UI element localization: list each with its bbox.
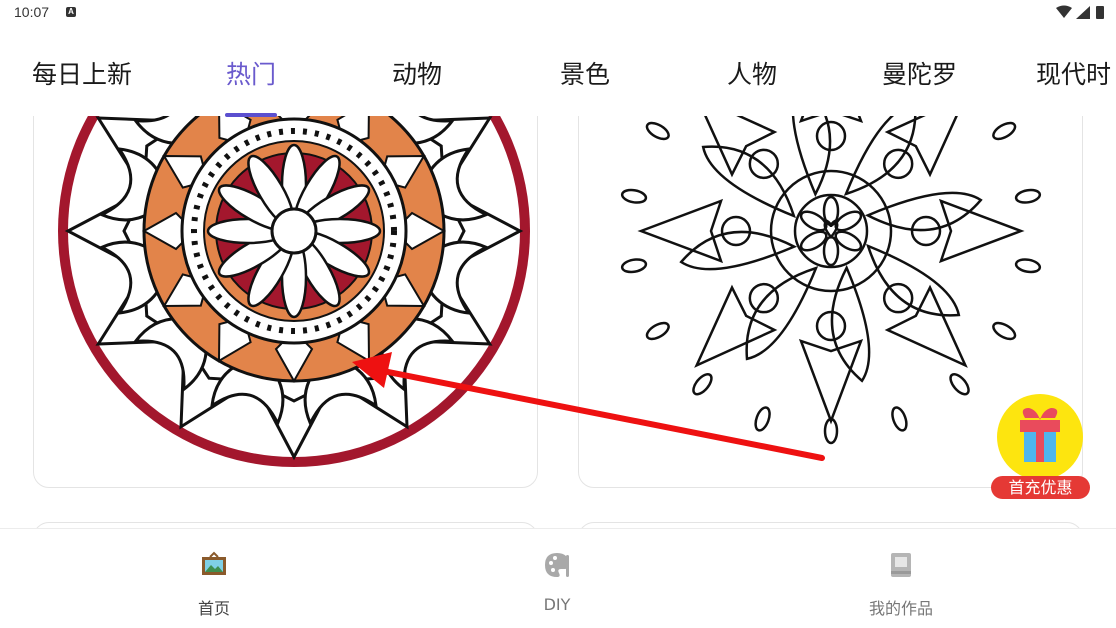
content-grid	[0, 116, 1116, 528]
tab-scenery[interactable]: 景色	[560, 55, 610, 91]
first-recharge-promo[interactable]: 首充优惠	[990, 392, 1090, 502]
category-tabs: 每日上新 热门 动物 景色 人物 曼陀罗 现代时	[0, 40, 1116, 117]
battery-icon	[1096, 6, 1104, 19]
tab-modern[interactable]: 现代时	[1036, 55, 1111, 91]
tab-indicator	[225, 113, 277, 117]
promo-badge	[997, 394, 1083, 480]
nav-home-label: 首页	[197, 599, 230, 618]
wifi-icon	[1056, 5, 1072, 18]
nav-home[interactable]: 首页	[114, 529, 314, 628]
tab-people[interactable]: 人物	[727, 55, 777, 91]
notification-icon: A	[66, 7, 76, 17]
promo-label: 首充优惠	[991, 476, 1090, 499]
signal-icon	[1076, 6, 1090, 19]
nav-my-works[interactable]: 我的作品	[801, 529, 1001, 628]
nav-diy[interactable]: DIY	[457, 529, 657, 628]
palette-icon	[545, 553, 569, 577]
status-time: 10:07	[14, 4, 50, 20]
colored-mandala-image	[58, 116, 530, 467]
bottom-navigation: 首页 DIY 我的作品	[0, 528, 1116, 628]
gift-icon	[1020, 408, 1060, 462]
tab-animals[interactable]: 动物	[392, 55, 442, 91]
artwork-card-colored-mandala[interactable]	[33, 116, 538, 488]
picture-frame-icon	[202, 551, 226, 575]
status-bar: 10:07 A	[0, 0, 1116, 26]
nav-diy-label: DIY	[543, 595, 571, 614]
tab-daily-new[interactable]: 每日上新	[32, 55, 132, 91]
nav-my-works-label: 我的作品	[868, 599, 933, 618]
tab-mandala[interactable]: 曼陀罗	[882, 55, 957, 91]
book-icon	[891, 553, 911, 577]
status-icons	[1056, 5, 1104, 19]
tab-popular[interactable]: 热门	[226, 55, 276, 91]
